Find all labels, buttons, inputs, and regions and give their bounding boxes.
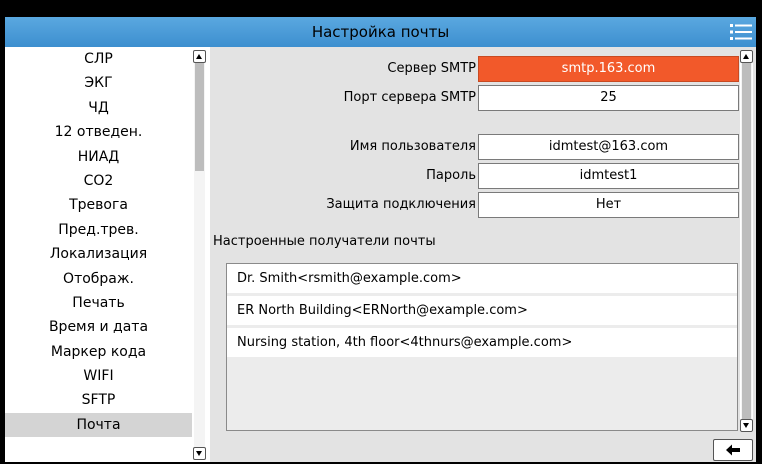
security-label: Защита подключения xyxy=(326,197,476,212)
scroll-up-icon[interactable] xyxy=(193,50,206,63)
sidebar-item-code-marker[interactable]: Маркер кода xyxy=(5,340,192,364)
sidebar-item-prealarm[interactable]: Пред.трев. xyxy=(5,218,192,242)
sidebar-item-print[interactable]: Печать xyxy=(5,291,192,315)
sidebar-item-resp-rate[interactable]: ЧД xyxy=(5,96,192,120)
scroll-down-icon[interactable] xyxy=(193,447,206,460)
sidebar-scrollbar[interactable] xyxy=(193,50,206,460)
username-label: Имя пользователя xyxy=(349,139,476,154)
recipients-heading: Настроенные получатели почты xyxy=(213,234,436,249)
security-field[interactable]: Нет xyxy=(478,192,739,218)
sidebar-item-localization[interactable]: Локализация xyxy=(5,242,192,266)
scroll-track[interactable] xyxy=(741,63,752,419)
mail-settings-panel: Сервер SMTP smtp.163.com Порт сервера SM… xyxy=(210,47,756,462)
sidebar-item-alarm[interactable]: Тревога xyxy=(5,193,192,217)
smtp-server-row: Сервер SMTP smtp.163.com xyxy=(210,56,743,82)
smtp-port-field[interactable]: 25 xyxy=(478,85,739,111)
mail-settings-window: Настройка почты СЛР ЭКГ ЧД 12 отведен. Н… xyxy=(5,17,756,462)
security-row: Защита подключения Нет xyxy=(210,192,743,218)
scroll-thumb[interactable] xyxy=(742,63,751,419)
password-field[interactable]: idmtest1 xyxy=(478,163,739,189)
sidebar-item-12-lead[interactable]: 12 отведен. xyxy=(5,120,192,144)
smtp-port-row: Порт сервера SMTP 25 xyxy=(210,85,743,111)
sidebar-item-co2[interactable]: CO2 xyxy=(5,169,192,193)
smtp-server-field[interactable]: smtp.163.com xyxy=(478,56,739,82)
sidebar-item-wifi[interactable]: WIFI xyxy=(5,364,192,388)
scroll-thumb[interactable] xyxy=(195,63,204,171)
panel-scrollbar[interactable] xyxy=(740,50,753,432)
sidebar-item-nibp[interactable]: НИАД xyxy=(5,145,192,169)
password-row: Пароль idmtest1 xyxy=(210,163,743,189)
scroll-down-icon[interactable] xyxy=(740,419,753,432)
recipient-item[interactable]: ER North Building<ERNorth@example.com> xyxy=(227,296,737,325)
recipient-item[interactable]: Dr. Smith<rsmith@example.com> xyxy=(227,264,737,293)
sidebar-item-mail[interactable]: Почта xyxy=(5,412,192,438)
sidebar-item-display[interactable]: Отображ. xyxy=(5,267,192,291)
sidebar-item-sftp[interactable]: SFTP xyxy=(5,388,192,412)
username-row: Имя пользователя idmtest@163.com xyxy=(210,134,743,160)
password-label: Пароль xyxy=(426,168,476,183)
username-field[interactable]: idmtest@163.com xyxy=(478,134,739,160)
sidebar-list: СЛР ЭКГ ЧД 12 отведен. НИАД CO2 Тревога … xyxy=(5,47,192,462)
back-button[interactable] xyxy=(713,439,753,461)
title-bar: Настройка почты xyxy=(5,17,756,47)
recipients-list: Dr. Smith<rsmith@example.com> ER North B… xyxy=(226,263,738,431)
smtp-server-label: Сервер SMTP xyxy=(387,61,476,76)
recipient-item[interactable]: Nursing station, 4th floor<4thnurs@examp… xyxy=(227,328,737,357)
sidebar-item-date-time[interactable]: Время и дата xyxy=(5,315,192,339)
back-arrow-icon xyxy=(726,444,740,456)
page-title: Настройка почты xyxy=(311,23,450,41)
sidebar-item-ecg[interactable]: ЭКГ xyxy=(5,71,192,95)
sidebar-item-cpr[interactable]: СЛР xyxy=(5,47,192,71)
scroll-up-icon[interactable] xyxy=(740,50,753,63)
menu-icon[interactable] xyxy=(730,22,752,42)
smtp-port-label: Порт сервера SMTP xyxy=(343,90,476,105)
settings-sidebar: СЛР ЭКГ ЧД 12 отведен. НИАД CO2 Тревога … xyxy=(5,47,206,462)
scroll-track[interactable] xyxy=(194,63,205,447)
